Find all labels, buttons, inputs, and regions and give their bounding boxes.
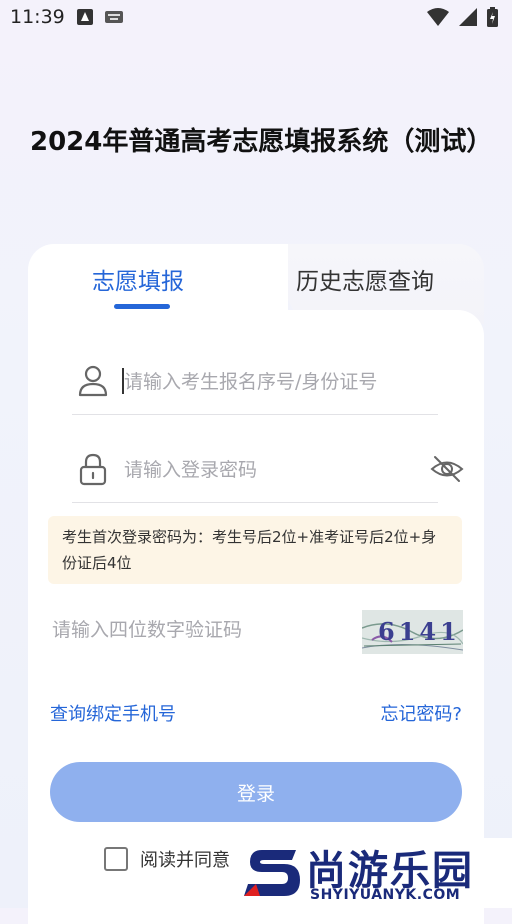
tab-volunteer-fill[interactable]: 志愿填报 [92,262,184,296]
eye-off-icon[interactable] [430,454,464,484]
agreement-text: 阅读并同意 [140,850,230,871]
status-left: 11:39 [10,6,123,28]
captcha-image[interactable]: 6141 [362,610,463,654]
first-login-notice: 考生首次登录密码为：考生号后2位+准考证号后2位+身份证后4位 [48,516,462,584]
tab-history-query[interactable]: 历史志愿查询 [296,262,434,296]
captcha-input[interactable] [50,614,354,646]
site-logo-icon [244,850,300,896]
captcha-text: 6141 [378,617,461,646]
lock-icon [79,453,107,486]
login-button[interactable]: 登录 [50,762,462,822]
agreement-checkbox[interactable] [104,847,128,871]
agreement-row: 阅读并同意 [104,844,230,874]
site-watermark: 尚游乐园 SHYIYUANYK.COM [240,838,512,908]
password-field [72,442,464,503]
status-time: 11:39 [10,6,65,28]
app-notification-icon [76,9,93,25]
status-bar: 11:39 [0,0,512,34]
signal-icon [459,8,477,26]
username-input[interactable] [122,364,406,400]
keyboard-notification-icon [104,11,123,23]
battery-icon [487,7,498,27]
status-right [427,7,498,27]
password-input[interactable] [122,452,406,488]
page-title: 2024年普通高考志愿填报系统（测试） [30,127,493,157]
username-field [72,354,438,415]
user-icon [78,365,108,397]
login-card: 志愿填报 历史志愿查询 考生首次登录密码为：考生号后2位+准考证号后2位+身份证… [28,244,484,924]
forgot-password-link[interactable]: 忘记密码? [380,700,462,726]
watermark-site: SHYIYUANYK.COM [310,887,461,903]
bind-phone-link[interactable]: 查询绑定手机号 [50,700,176,726]
wifi-icon [427,8,449,26]
tab-active-indicator [114,304,170,309]
